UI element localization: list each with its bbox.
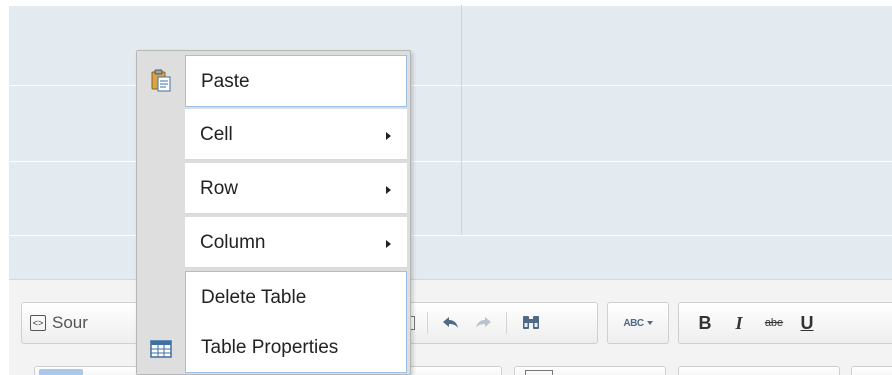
source-icon: <> — [30, 315, 46, 331]
menu-item-table-properties[interactable]: Table Properties — [186, 323, 406, 372]
table-column-divider — [461, 5, 462, 235]
toolbar-group-edit — [401, 302, 598, 344]
bold-icon: B — [698, 312, 712, 333]
redo-icon — [476, 317, 491, 328]
menu-icon-gutter — [137, 51, 185, 374]
menu-item-label: Column — [200, 232, 266, 253]
menu-item-column[interactable]: Column — [185, 217, 407, 268]
menu-item-label: Row — [200, 178, 239, 199]
chevron-down-icon — [646, 321, 653, 325]
menu-item-label: Table Properties — [201, 337, 339, 358]
strikethrough-button[interactable]: abe — [759, 311, 789, 335]
menu-item-paste[interactable]: Paste — [185, 55, 407, 107]
toolbar-group-lower — [514, 366, 666, 375]
undo-icon — [443, 317, 458, 328]
toolbar-group-lower — [851, 366, 892, 375]
spellcheck-button[interactable]: ABC — [616, 311, 660, 335]
menu-item-label: Cell — [200, 124, 233, 145]
bold-button[interactable]: B — [693, 311, 717, 335]
source-button[interactable]: <> Sour — [30, 311, 130, 335]
toolbar-group-basicstyles: B I abe U — [678, 302, 892, 344]
undo-button[interactable] — [439, 311, 463, 335]
submenu-arrow-icon — [386, 240, 391, 248]
submenu-arrow-icon — [386, 132, 391, 140]
find-icon — [523, 316, 539, 329]
context-menu: Paste Cell Row Column Delete Table Table… — [136, 50, 411, 375]
strikethrough-icon: abe — [764, 317, 784, 329]
source-label: Sour — [52, 313, 88, 332]
underline-button[interactable]: U — [795, 311, 819, 335]
menu-item-cell[interactable]: Cell — [185, 109, 407, 160]
menu-item-label: Paste — [201, 71, 250, 92]
italic-button[interactable]: I — [727, 311, 751, 335]
submenu-arrow-icon — [386, 186, 391, 194]
menu-item-label: Delete Table — [201, 287, 307, 308]
menu-item-row[interactable]: Row — [185, 163, 407, 214]
italic-icon: I — [735, 312, 743, 333]
paste-icon — [149, 69, 173, 93]
toolbar-group-document: <> Sour — [21, 302, 141, 344]
underline-icon: U — [800, 312, 814, 333]
menu-item-delete-table[interactable]: Delete Table — [186, 272, 406, 323]
image-icon — [525, 370, 553, 375]
redo-button[interactable] — [471, 311, 495, 335]
toolbar-group-spell: ABC — [607, 302, 669, 344]
toolbar-separator — [427, 312, 428, 334]
find-button[interactable] — [519, 311, 545, 335]
editor-content-area[interactable] — [0, 0, 892, 280]
toolbar-group-lower — [678, 366, 840, 375]
toolbar-separator — [506, 312, 507, 334]
format-button[interactable] — [39, 369, 83, 375]
table-icon — [149, 337, 173, 361]
spellcheck-icon: ABC — [623, 317, 644, 329]
menu-group-table: Delete Table Table Properties — [185, 271, 407, 373]
